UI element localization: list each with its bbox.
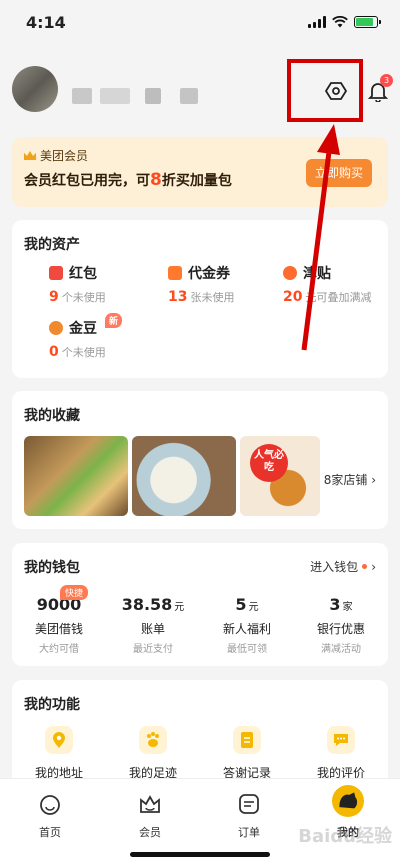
status-icons (308, 16, 381, 28)
fast-tag: 快捷 (60, 585, 89, 600)
favorites-title: 我的收藏 (24, 408, 80, 424)
blurred-username-part (145, 88, 161, 104)
comment-icon (327, 726, 355, 754)
signal-icon (308, 16, 326, 28)
wallet-loan[interactable]: 快捷 9000 美团借钱 大约可借 (12, 585, 106, 655)
member-crown-icon (140, 795, 160, 813)
red-packet-icon (49, 266, 63, 280)
allowance-icon (283, 266, 297, 280)
function-footprint[interactable]: 我的足迹 (106, 726, 200, 781)
assets-card: 我的资产 红包 9 个未使用 代金券 13 张未使用 津贴 20 元可叠加满减 金豆新… (12, 220, 388, 378)
wallet-bank-offers[interactable]: 3家 银行优惠 满减活动 (294, 595, 388, 655)
favorite-shop-image[interactable] (132, 436, 236, 516)
blurred-username[interactable] (72, 88, 92, 104)
status-bar: 4:14 (0, 0, 400, 44)
buy-now-button[interactable]: 立即购买 (306, 159, 372, 187)
wallet-title: 我的钱包 (24, 560, 80, 576)
paw-icon (139, 726, 167, 754)
asset-red-packet[interactable]: 红包 9 个未使用 (49, 263, 106, 305)
enter-wallet-link[interactable]: 进入钱包 › (310, 558, 376, 575)
function-address[interactable]: 我的地址 (12, 726, 106, 781)
battery-icon (354, 16, 381, 28)
watermark: Baidu经验 (298, 826, 392, 847)
voucher-icon (168, 266, 182, 280)
document-icon (233, 726, 261, 754)
avatar[interactable] (12, 66, 58, 112)
blurred-username-part (180, 88, 198, 104)
status-time: 4:14 (26, 12, 66, 32)
notification-badge: 3 (380, 74, 393, 87)
function-reviews[interactable]: 我的评价 (294, 726, 388, 781)
vip-banner[interactable]: 美团会员 会员红包已用完，可8折买加量包 立即购买 (12, 137, 388, 207)
asset-gold-bean[interactable]: 金豆新 0 个未使用 (49, 312, 123, 360)
sticker-label: 人气必吃 (250, 444, 288, 482)
tab-member[interactable]: 会员 (110, 791, 190, 840)
favorites-card: 我的收藏 人气必吃 8家店铺 › (12, 391, 388, 529)
order-list-icon (239, 794, 259, 814)
home-indicator (130, 852, 270, 857)
settings-icon[interactable] (325, 80, 347, 102)
mine-kangaroo-icon (332, 785, 364, 817)
wallet-bill[interactable]: 38.58 元 账单 最近支付 (106, 595, 200, 655)
tab-home[interactable]: 首页 (10, 791, 90, 840)
crown-icon (24, 151, 36, 160)
wallet-newcomer-bonus[interactable]: 5元 新人福利 最低可领 (200, 595, 294, 655)
wallet-card: 我的钱包 进入钱包 › 快捷 9000 美团借钱 大约可借 38.58 元 账单 最… (12, 543, 388, 666)
assets-title: 我的资产 (24, 237, 80, 253)
asset-voucher[interactable]: 代金券 13 张未使用 (168, 263, 234, 305)
favorite-shops-link[interactable]: 8家店铺 › (324, 471, 376, 488)
new-tag: 新 (105, 312, 123, 328)
blurred-username-part (100, 88, 130, 104)
function-thanks-record[interactable]: 答谢记录 (200, 726, 294, 781)
tab-orders[interactable]: 订单 (209, 791, 289, 840)
wifi-icon (332, 16, 348, 28)
home-face-icon (40, 795, 60, 815)
location-pin-icon (45, 726, 73, 754)
gold-bean-icon (49, 321, 63, 335)
favorite-shop-image[interactable] (24, 436, 128, 516)
favorite-shop-image[interactable]: 人气必吃 (240, 436, 320, 516)
red-dot-icon (362, 564, 368, 569)
functions-title: 我的功能 (24, 697, 80, 713)
asset-allowance[interactable]: 津贴 20 元可叠加满减 (283, 263, 371, 305)
